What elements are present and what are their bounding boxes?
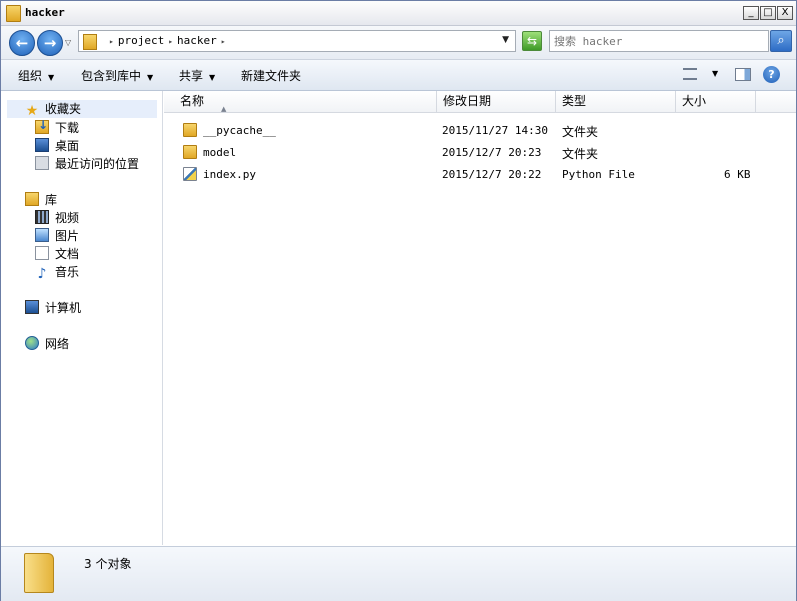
chevron-down-icon: ▼	[147, 73, 154, 82]
computer-icon	[25, 300, 39, 314]
music-note-icon: ♪	[37, 266, 47, 282]
sidebar-item-network[interactable]: 网络	[25, 335, 69, 353]
breadcrumb-hacker[interactable]: hacker	[177, 34, 217, 47]
address-bar[interactable]: ▸ project ▸ hacker ▸ ▼	[78, 30, 516, 52]
chevron-down-icon[interactable]: ▼	[712, 69, 718, 78]
file-type: 文件夹	[562, 147, 599, 161]
documents-icon	[35, 246, 49, 260]
chevron-right-icon[interactable]: ▸	[109, 37, 114, 46]
file-row[interactable]: index.py 2015/12/7 20:22 Python File 6 K…	[164, 164, 796, 186]
item-count: 3 个对象	[84, 557, 132, 571]
column-headers: 名称 ▲ 修改日期 类型 大小	[164, 91, 796, 113]
search-box[interactable]	[549, 30, 769, 52]
column-header-modified[interactable]: 修改日期	[437, 91, 556, 112]
breadcrumb-project[interactable]: project	[118, 34, 164, 47]
file-row[interactable]: __pycache__ 2015/11/27 14:30 文件夹	[164, 120, 796, 142]
file-row[interactable]: model 2015/12/7 20:23 文件夹	[164, 142, 796, 164]
chevron-down-icon: ▼	[48, 73, 55, 82]
forward-button[interactable]: →	[37, 30, 63, 56]
address-row: ← → ▽ ▸ project ▸ hacker ▸ ▼ ⇆ ⌕	[1, 26, 796, 60]
sidebar-item-favorites[interactable]: ★ 收藏夹	[7, 100, 157, 118]
preview-pane-icon[interactable]	[735, 68, 751, 81]
file-name: __pycache__	[203, 124, 276, 137]
maximize-button[interactable]: □	[760, 6, 776, 20]
file-list: 名称 ▲ 修改日期 类型 大小 __pycache__ 2015/11/27 1…	[164, 91, 796, 545]
sidebar-item-recent-places[interactable]: 最近访问的位置	[35, 155, 139, 173]
folder-icon	[24, 553, 54, 593]
column-header-size[interactable]: 大小	[676, 91, 756, 112]
python-file-icon	[183, 167, 197, 181]
breadcrumb: ▸ project ▸ hacker ▸	[105, 34, 230, 47]
navigation-pane: ★收藏夹 下载 桌面 最近访问的位置 库 视频 图片 文档 ♪音乐 计算机	[1, 91, 163, 545]
search-button[interactable]: ⌕	[770, 30, 792, 52]
file-modified: 2015/12/7 20:23	[442, 146, 542, 159]
refresh-icon: ⇆	[526, 34, 538, 48]
new-folder-button[interactable]: 新建文件夹	[241, 67, 301, 84]
minimize-button[interactable]: _	[743, 6, 759, 20]
folder-icon	[6, 5, 21, 22]
sidebar-item-pictures[interactable]: 图片	[35, 227, 79, 245]
recent-places-icon	[35, 156, 49, 170]
folder-icon	[183, 123, 197, 137]
include-in-library-button[interactable]: 包含到库中 ▼	[81, 67, 153, 84]
chevron-right-icon[interactable]: ▸	[168, 37, 173, 46]
pictures-icon	[35, 228, 49, 242]
organize-button[interactable]: 组织 ▼	[18, 67, 54, 84]
downloads-icon	[35, 118, 49, 134]
title-bar[interactable]: hacker _ □ X	[1, 1, 796, 26]
star-icon: ★	[25, 103, 39, 119]
sort-ascending-icon: ▲	[221, 105, 227, 113]
search-input[interactable]	[554, 33, 764, 49]
folder-icon	[183, 145, 197, 159]
sidebar-item-documents[interactable]: 文档	[35, 245, 79, 263]
sidebar-item-music[interactable]: ♪ 音乐	[35, 263, 79, 281]
file-size: 6 KB	[724, 168, 751, 181]
chevron-down-icon: ▼	[209, 73, 216, 82]
share-button[interactable]: 共享 ▼	[179, 67, 215, 84]
libraries-icon	[25, 192, 39, 206]
file-name: index.py	[203, 168, 256, 181]
desktop-icon	[35, 138, 49, 152]
file-name: model	[203, 146, 237, 159]
chevron-right-icon[interactable]: ▸	[221, 37, 226, 46]
file-modified: 2015/12/7 20:22	[442, 168, 542, 181]
video-icon	[35, 210, 49, 224]
search-icon: ⌕	[777, 33, 785, 48]
column-header-type[interactable]: 类型	[556, 91, 676, 112]
sidebar-item-desktop[interactable]: 桌面	[35, 137, 79, 155]
window-title: hacker	[25, 6, 65, 19]
file-modified: 2015/11/27 14:30	[442, 124, 548, 137]
details-pane: 3 个对象	[1, 546, 796, 601]
recent-pages-chevron-icon[interactable]: ▽	[65, 38, 71, 47]
network-icon	[25, 336, 39, 350]
help-button[interactable]: ?	[763, 66, 780, 83]
column-header-name[interactable]: 名称 ▲	[174, 91, 437, 113]
sidebar-item-computer[interactable]: 计算机	[25, 299, 81, 317]
command-bar: 组织 ▼ 包含到库中 ▼ 共享 ▼ 新建文件夹 ▼ ?	[1, 60, 796, 91]
arrow-left-icon: ←	[15, 34, 29, 52]
sidebar-item-libraries[interactable]: 库	[25, 191, 57, 209]
close-button[interactable]: X	[777, 6, 793, 20]
refresh-button[interactable]: ⇆	[522, 31, 542, 51]
arrow-right-icon: →	[43, 34, 57, 52]
folder-icon	[83, 34, 97, 50]
view-details-icon[interactable]	[683, 68, 697, 80]
sidebar-item-downloads[interactable]: 下载	[35, 118, 79, 137]
back-button[interactable]: ←	[9, 30, 35, 56]
file-type: 文件夹	[562, 125, 599, 139]
sidebar-item-videos[interactable]: 视频	[35, 209, 79, 227]
explorer-window: hacker _ □ X ← → ▽ ▸ project ▸ hacker ▸ ▼ ⇆ …	[0, 0, 797, 601]
chevron-down-icon[interactable]: ▼	[502, 35, 509, 45]
file-type: Python File	[562, 168, 635, 181]
